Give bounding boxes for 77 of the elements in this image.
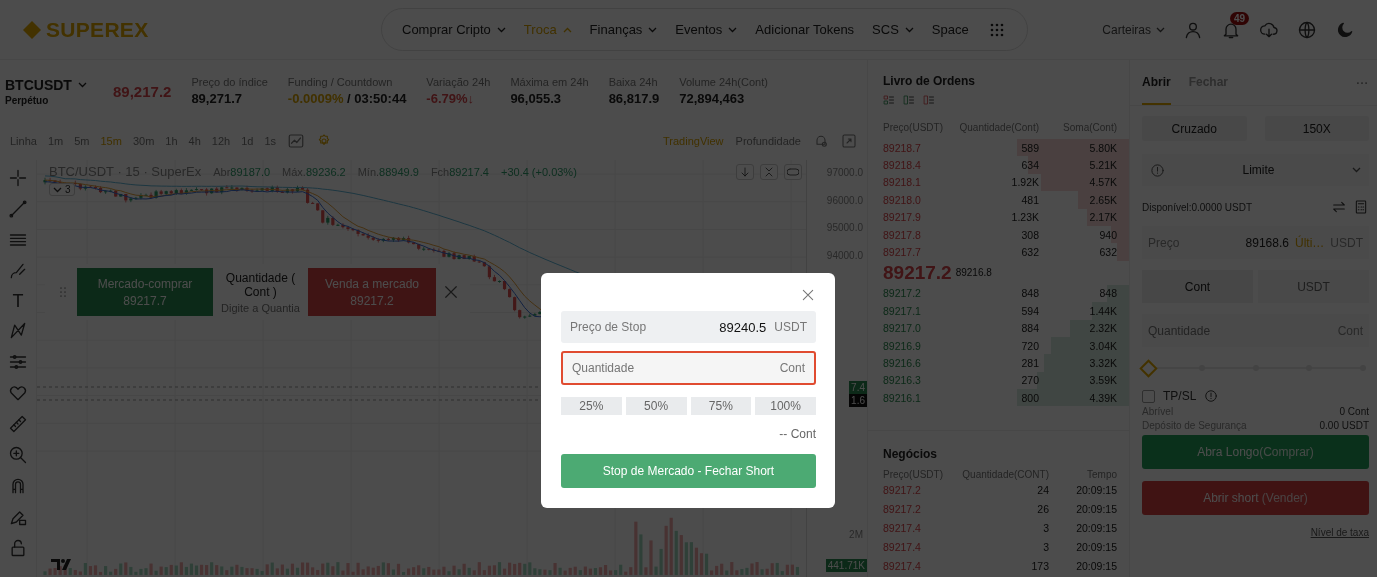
- table-cell-text: 632: [1098, 246, 1117, 259]
- close-button[interactable]: [800, 287, 816, 303]
- table-cell-text: 720: [1020, 339, 1039, 352]
- table-cell-text: 5.21K: [1088, 159, 1117, 172]
- table-cell-text: 940: [1098, 228, 1117, 241]
- table-cell-text: 24: [1036, 483, 1049, 496]
- stat-value: -0.0009% / 03:50:44: [287, 91, 407, 106]
- table-cell-text: 634: [1020, 159, 1039, 172]
- table-cell-text: 89216.6: [883, 357, 922, 369]
- table-cell-text: 5.80K: [1088, 141, 1117, 154]
- table-cell-text: 89217.2: [883, 287, 922, 300]
- quantity-field[interactable]: Quantidade Cont: [561, 351, 816, 385]
- estimated-amount: -- Cont: [779, 427, 816, 441]
- table-cell-text: 4.39K: [1088, 391, 1117, 404]
- stop-price-field[interactable]: Preço de Stop 89240.5 USDT: [561, 311, 816, 343]
- table-cell-text: 20:09:15: [1075, 483, 1117, 496]
- submit-button[interactable]: Stop de Mercado - Fechar Short: [561, 454, 816, 488]
- mark-price: 89216.8: [955, 267, 992, 279]
- percent-button[interactable]: 50%: [625, 397, 687, 415]
- table-cell-text: 3.32K: [1088, 357, 1117, 369]
- panel-title: Livro de Ordens: [883, 74, 977, 88]
- last-price: 89217.2: [883, 261, 952, 284]
- text-tool[interactable]: T: [12, 292, 24, 310]
- table-cell-text: 308: [1020, 228, 1039, 241]
- quantity-input[interactable]: Quantidade: [572, 361, 772, 375]
- table-cell-text: 89216.3: [883, 374, 922, 387]
- nav-item[interactable]: Space: [931, 22, 969, 37]
- table-cell-text: 20:09:15: [1075, 521, 1117, 534]
- stat-value: -6.79%↓: [426, 91, 476, 106]
- checkbox-label: TP/SL: [1163, 389, 1197, 403]
- stat-value: 86,817.9: [608, 91, 660, 106]
- table-cell-text: 1.92K: [1010, 176, 1039, 189]
- table-cell-text: 800: [1020, 391, 1039, 404]
- table-cell-text: 26: [1036, 502, 1049, 515]
- price-change: +30.4 (+0.03%): [501, 165, 577, 178]
- table-cell-text: 1.23K: [1010, 211, 1039, 224]
- table-cell-text: 281: [1020, 357, 1039, 369]
- stat-value: 72,894,463: [679, 91, 746, 106]
- table-cell-text: 3.59K: [1088, 374, 1117, 387]
- table-cell-text: 3: [1042, 521, 1049, 534]
- percent-button[interactable]: 100%: [755, 397, 816, 415]
- table-cell-text: 2.17K: [1088, 211, 1117, 224]
- table-cell-text: 173: [1030, 559, 1049, 572]
- percent-button[interactable]: 75%: [690, 397, 752, 415]
- view-tab[interactable]: TradingView: [663, 135, 724, 147]
- table-cell-text: 20:09:15: [1075, 502, 1117, 515]
- quantity-label: Quantidade ( Cont ): [224, 270, 297, 299]
- table-cell-text: 89216.9: [883, 339, 922, 352]
- table-cell-text: 848: [1098, 287, 1117, 300]
- table-cell-text: 270: [1020, 374, 1039, 387]
- table-cell-text: 481: [1020, 193, 1039, 206]
- table-cell-text: 848: [1020, 287, 1039, 300]
- contract-type: Perpétuo: [5, 94, 50, 106]
- table-cell-text: 594: [1020, 304, 1039, 317]
- table-cell-text: 89217.1: [883, 304, 922, 317]
- table-cell-text: 3.04K: [1088, 339, 1117, 352]
- table-cell-text: 589: [1020, 141, 1039, 154]
- nav-item[interactable]: Adicionar Tokens: [755, 22, 855, 37]
- interval-tab[interactable]: 15m: [100, 135, 122, 147]
- table-cell-text: 884: [1020, 322, 1039, 335]
- table-cell-text: 20:09:15: [1075, 559, 1117, 572]
- symbol-name[interactable]: BTCUSDT: [5, 76, 72, 93]
- table-cell-text: 2.65K: [1088, 193, 1117, 206]
- table-cell-text: 1.44K: [1088, 304, 1117, 317]
- stat-value: 89,271.7: [191, 91, 243, 106]
- table-cell-text: 89217.0: [883, 322, 922, 335]
- table-cell-text: 4.57K: [1088, 176, 1117, 189]
- table-cell-text: 20:09:15: [1075, 540, 1117, 553]
- last-price: 89,217.2: [113, 82, 172, 100]
- table-cell-text: 3: [1042, 540, 1049, 553]
- stat-value: 96,055.3: [510, 91, 562, 106]
- table-cell-text: 2.32K: [1088, 322, 1117, 335]
- close-icon: [800, 287, 816, 303]
- table-cell-text: 89216.1: [883, 391, 922, 404]
- available-balance: Disponível:0.0000 USDT: [1142, 201, 1254, 213]
- table-cell-text: 632: [1020, 246, 1039, 259]
- percent-button[interactable]: 25%: [561, 397, 622, 415]
